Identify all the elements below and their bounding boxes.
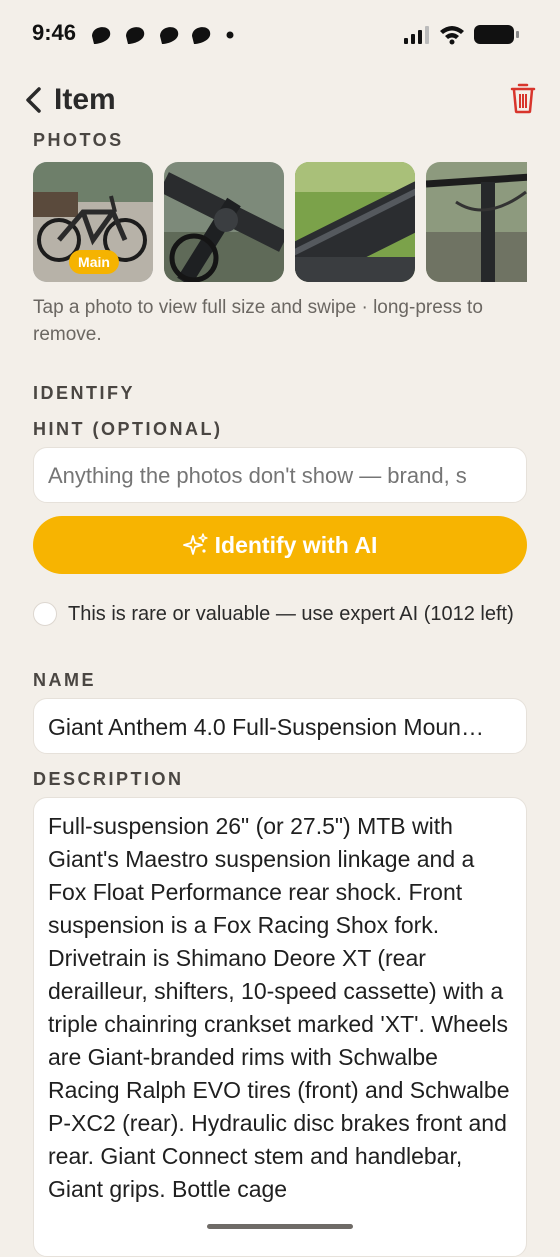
trash-icon[interactable] [510, 82, 536, 114]
expert-ai-option[interactable]: This is rare or valuable — use expert AI… [33, 600, 533, 628]
chevron-left-icon [26, 87, 41, 113]
name-field[interactable]: Giant Anthem 4.0 Full-Suspension Moun… [33, 698, 527, 754]
system-status-icons [404, 25, 519, 45]
notification-icons [92, 27, 234, 44]
photo-thumbnail-4[interactable] [426, 162, 527, 282]
page-title: Item [54, 83, 116, 116]
home-indicator [207, 1224, 353, 1229]
status-time: 9:46 [32, 20, 77, 45]
expert-ai-label: This is rare or valuable — use expert AI… [68, 602, 514, 625]
identify-with-ai-button[interactable]: Identify with AI [33, 516, 527, 574]
photos-help-text: Tap a photo to view full size and swipe … [33, 297, 483, 345]
hint-label: HINT (OPTIONAL) [33, 419, 223, 439]
sparkles-icon [182, 533, 208, 555]
main-photo-badge: Main [69, 250, 119, 274]
identify-section-label: IDENTIFY [33, 383, 136, 403]
description-field[interactable]: Full-suspension 26" (or 27.5") MTB with … [33, 797, 527, 1257]
description-label: DESCRIPTION [33, 769, 184, 789]
photos-section-label: PHOTOS [33, 130, 124, 150]
name-value: Giant Anthem 4.0 Full-Suspension Moun… [48, 714, 484, 740]
name-label: NAME [33, 670, 96, 690]
frame-photo-image [295, 162, 415, 282]
description-value: Full-suspension 26" (or 27.5") MTB with … [48, 813, 510, 1202]
photo-thumbnail-2[interactable] [164, 162, 284, 282]
photo-thumbnail-1[interactable]: Main [33, 162, 153, 282]
status-bar: 9:46 [0, 0, 560, 70]
handlebar-photo-image [426, 162, 527, 282]
hint-field-container [33, 447, 554, 504]
photo-thumbnail-3[interactable] [295, 162, 415, 282]
expert-ai-radio[interactable] [33, 602, 57, 626]
photo-strip: Main [33, 162, 527, 284]
suspension-photo-image [164, 162, 284, 282]
identify-button-label: Identify with AI [214, 531, 378, 558]
nav-bar: Item [0, 72, 560, 124]
hint-input[interactable] [34, 448, 554, 504]
back-button[interactable]: Item [22, 80, 132, 120]
